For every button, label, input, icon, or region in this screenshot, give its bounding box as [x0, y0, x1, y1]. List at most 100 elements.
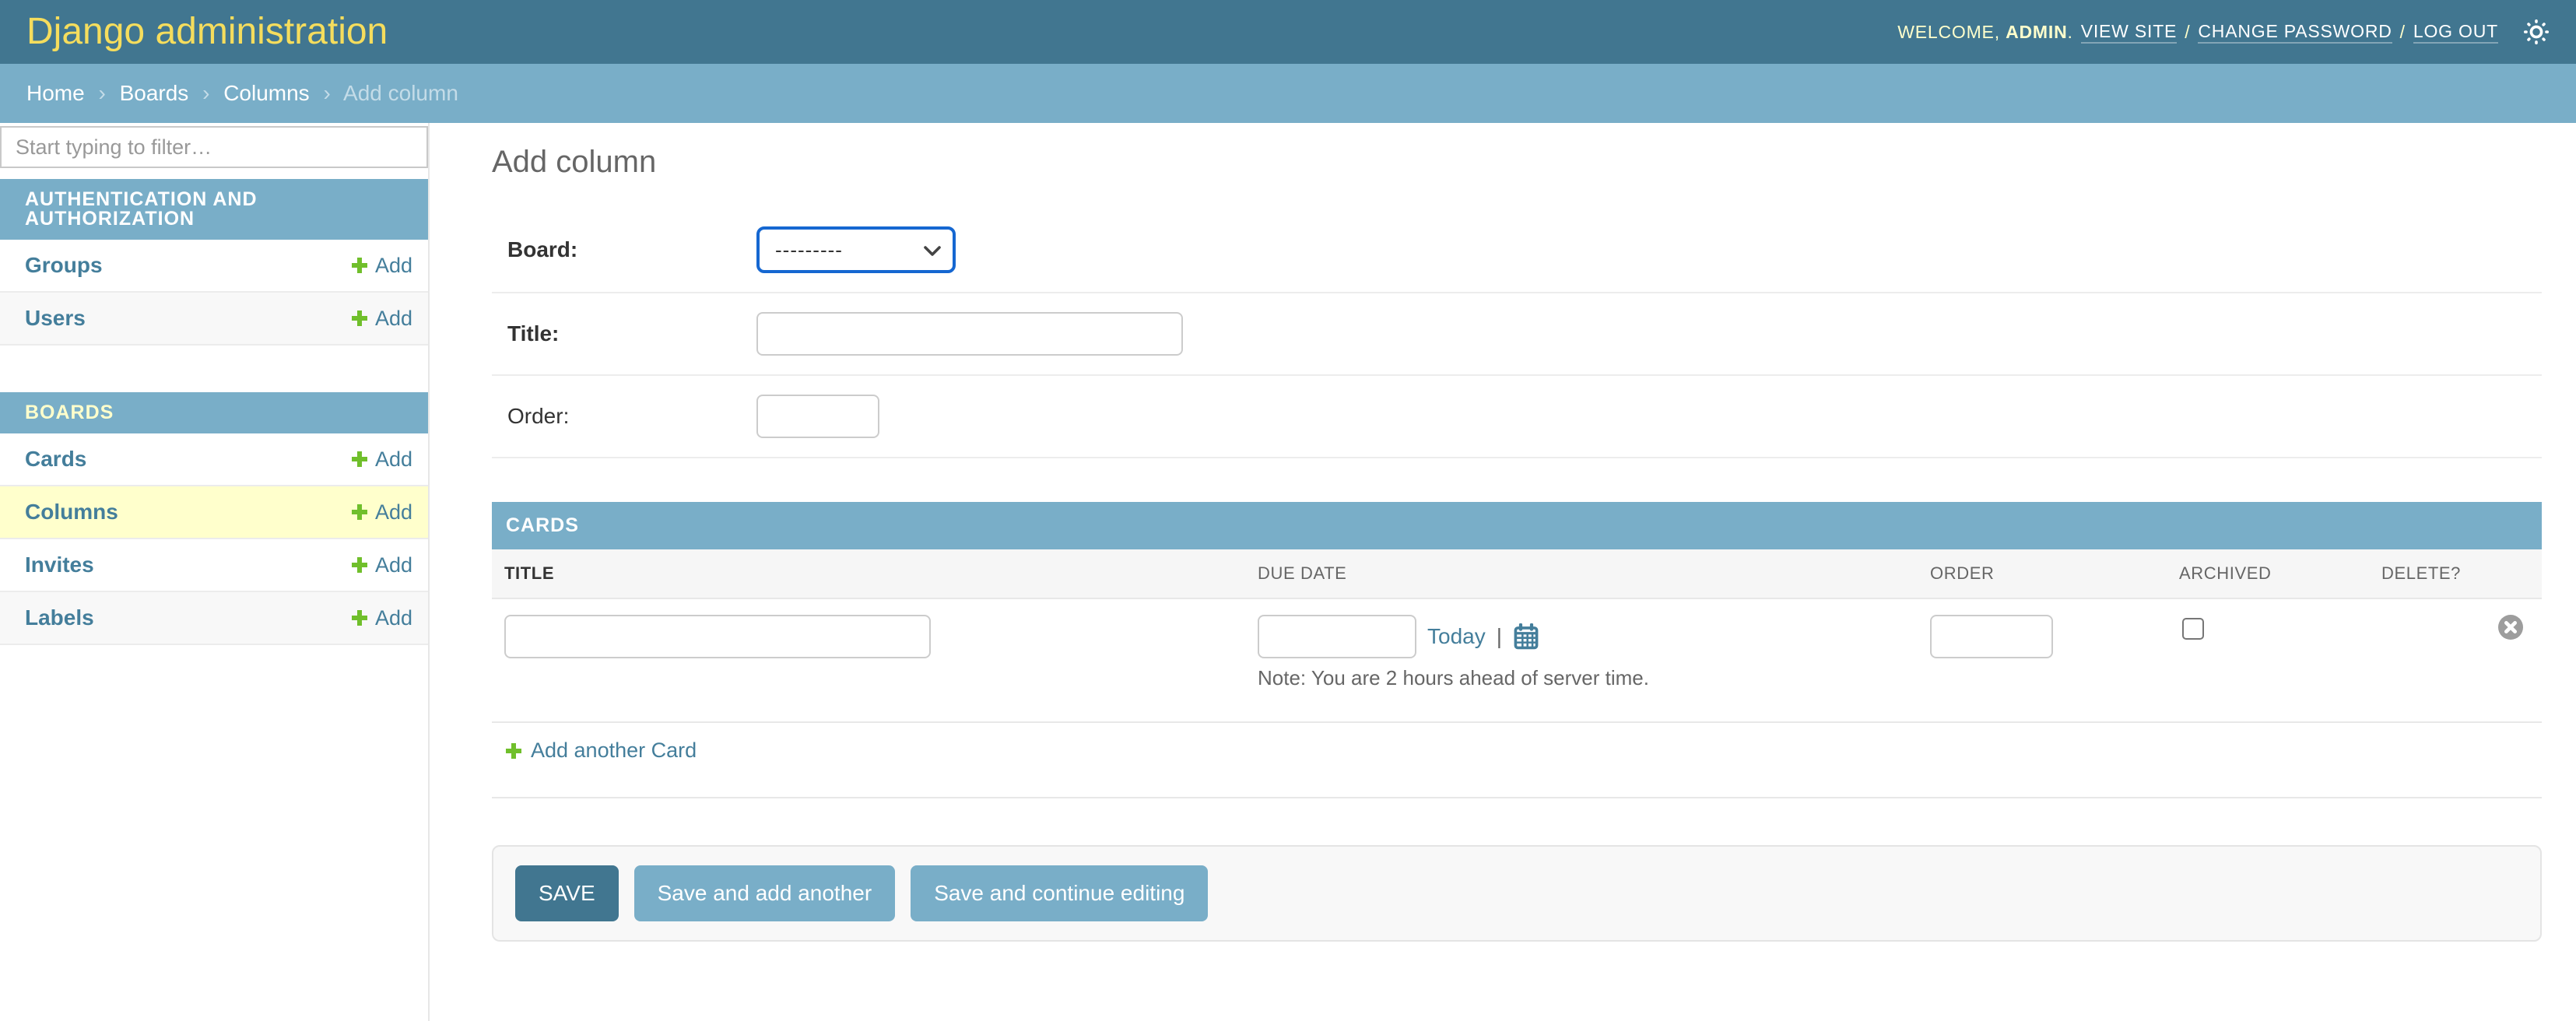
users-link[interactable]: Users: [25, 306, 86, 331]
add-another-card-label: Add another Card: [531, 739, 697, 763]
archived-checkbox[interactable]: [2182, 618, 2204, 640]
log-out-link[interactable]: LOG OUT: [2413, 21, 2498, 44]
col-header-title: TITLE: [492, 549, 1245, 600]
calendar-picker-button[interactable]: [1513, 623, 1539, 650]
sidebar-item-cards: Cards Add: [0, 433, 428, 487]
add-label: Add: [374, 447, 412, 471]
order-input[interactable]: [756, 395, 879, 439]
labels-link[interactable]: Labels: [25, 605, 94, 630]
order-label: Order:: [507, 404, 570, 429]
site-title: Django administration: [26, 13, 388, 51]
add-group-button[interactable]: Add: [350, 254, 412, 278]
add-label: Add: [374, 553, 412, 577]
add-label: Add: [374, 306, 412, 330]
sidebar-item-invites: Invites Add: [0, 539, 428, 593]
main-content: Add column Board: --------- Title: Order…: [430, 123, 2576, 1021]
welcome-period: .: [2067, 21, 2073, 42]
board-select[interactable]: ---------: [756, 226, 956, 274]
plus-icon: [351, 311, 367, 327]
nav-sidebar: AUTHENTICATION AND AUTHORIZATION Groups …: [0, 123, 430, 1021]
add-label-button[interactable]: Add: [350, 606, 412, 630]
title-input[interactable]: [756, 312, 1183, 356]
page-title: Add column: [492, 145, 657, 180]
columns-link[interactable]: Columns: [25, 500, 118, 525]
breadcrumb-current: Add column: [343, 81, 458, 105]
due-date-input[interactable]: [1258, 615, 1416, 659]
plus-icon: [351, 504, 367, 521]
cards-section-title: CARDS: [492, 502, 2542, 550]
link-separator: /: [2185, 21, 2191, 42]
user-tools: WELCOME, ADMIN. VIEW SITE / CHANGE PASSW…: [1897, 19, 2550, 45]
title-label: Title:: [507, 321, 560, 346]
card-inline-row: Today | Note: You are 2 hours ahead of s…: [492, 598, 2542, 723]
breadcrumb-separator: ›: [202, 81, 210, 105]
chevron-down-icon: [924, 246, 941, 256]
board-select-value: ---------: [775, 237, 843, 261]
add-column-button[interactable]: Add: [350, 500, 412, 525]
cards-link[interactable]: Cards: [25, 447, 86, 472]
cards-inline-group: CARDS TITLE DUE DATE ORDER ARCHIVED DELE…: [492, 502, 2542, 798]
board-label: Board:: [507, 237, 578, 262]
app-header: Django administration WELCOME, ADMIN. VI…: [0, 0, 2576, 64]
save-button[interactable]: SAVE: [515, 865, 619, 921]
link-separator: /: [2399, 21, 2406, 42]
sidebar-section-boards-title: BOARDS: [0, 392, 428, 434]
col-header-due-date: DUE DATE: [1245, 549, 1918, 600]
sidebar-section-auth-title: AUTHENTICATION AND AUTHORIZATION: [0, 179, 428, 240]
plus-icon: [351, 557, 367, 574]
plus-icon: [351, 451, 367, 468]
add-row: Add another Card: [492, 721, 2542, 798]
form-row-title: Title:: [492, 293, 2542, 377]
delete-x-icon: [2498, 615, 2523, 640]
django-admin-page: Django administration WELCOME, ADMIN. VI…: [0, 0, 2576, 1021]
inline-delete-button[interactable]: [2498, 615, 2523, 645]
sidebar-item-groups: Groups Add: [0, 240, 428, 293]
form-row-order: Order:: [492, 376, 2542, 459]
breadcrumb-separator: ›: [323, 81, 331, 105]
breadcrumb-boards[interactable]: Boards: [120, 81, 189, 105]
breadcrumb-columns[interactable]: Columns: [223, 81, 309, 105]
date-shortcut-separator: |: [1496, 624, 1502, 649]
today-shortcut-link[interactable]: Today: [1427, 624, 1486, 649]
groups-link[interactable]: Groups: [25, 253, 103, 278]
due-date-widget: Today |: [1258, 615, 1905, 659]
card-title-input[interactable]: [504, 615, 931, 659]
save-and-continue-editing-button[interactable]: Save and continue editing: [911, 865, 1209, 921]
col-header-order: ORDER: [1918, 549, 2167, 600]
invites-link[interactable]: Invites: [25, 553, 94, 577]
content-wrapper: AUTHENTICATION AND AUTHORIZATION Groups …: [0, 123, 2576, 1021]
breadcrumb: Home › Boards › Columns › Add column: [0, 64, 2576, 124]
sidebar-item-users: Users Add: [0, 293, 428, 346]
server-time-note: Note: You are 2 hours ahead of server ti…: [1258, 666, 1649, 690]
sidebar-section-auth: AUTHENTICATION AND AUTHORIZATION Groups …: [0, 179, 428, 346]
add-user-button[interactable]: Add: [350, 307, 412, 331]
sidebar-item-labels: Labels Add: [0, 592, 428, 646]
submit-row: SAVE Save and add another Save and conti…: [492, 844, 2542, 942]
calendar-icon: [1514, 623, 1539, 650]
plus-icon: [351, 258, 367, 274]
plus-icon: [351, 610, 367, 626]
theme-toggle-button[interactable]: [2523, 19, 2550, 45]
add-card-button[interactable]: Add: [350, 447, 412, 472]
breadcrumb-home[interactable]: Home: [26, 81, 85, 105]
welcome-prefix: WELCOME,: [1897, 21, 2000, 42]
sidebar-filter-input[interactable]: [0, 126, 428, 169]
breadcrumb-separator: ›: [98, 81, 106, 105]
username: ADMIN: [2006, 21, 2068, 42]
change-password-link[interactable]: CHANGE PASSWORD: [2198, 21, 2392, 44]
add-label: Add: [374, 253, 412, 277]
card-order-input[interactable]: [1930, 615, 2053, 659]
add-label: Add: [374, 605, 412, 630]
cards-inline-table: TITLE DUE DATE ORDER ARCHIVED DELETE? To…: [492, 549, 2542, 798]
site-title-link[interactable]: Django administration: [26, 11, 388, 52]
col-header-archived: ARCHIVED: [2167, 549, 2369, 600]
sidebar-section-boards: BOARDS Cards Add Columns Add Invites Add…: [0, 392, 428, 646]
cards-table-header-row: TITLE DUE DATE ORDER ARCHIVED DELETE?: [492, 549, 2542, 600]
form-row-board: Board: ---------: [492, 208, 2542, 294]
view-site-link[interactable]: VIEW SITE: [2080, 21, 2178, 44]
plus-icon: [506, 742, 521, 759]
save-and-add-another-button[interactable]: Save and add another: [633, 865, 896, 921]
add-label: Add: [374, 500, 412, 524]
add-another-card-link[interactable]: Add another Card: [504, 739, 697, 763]
add-invite-button[interactable]: Add: [350, 553, 412, 577]
